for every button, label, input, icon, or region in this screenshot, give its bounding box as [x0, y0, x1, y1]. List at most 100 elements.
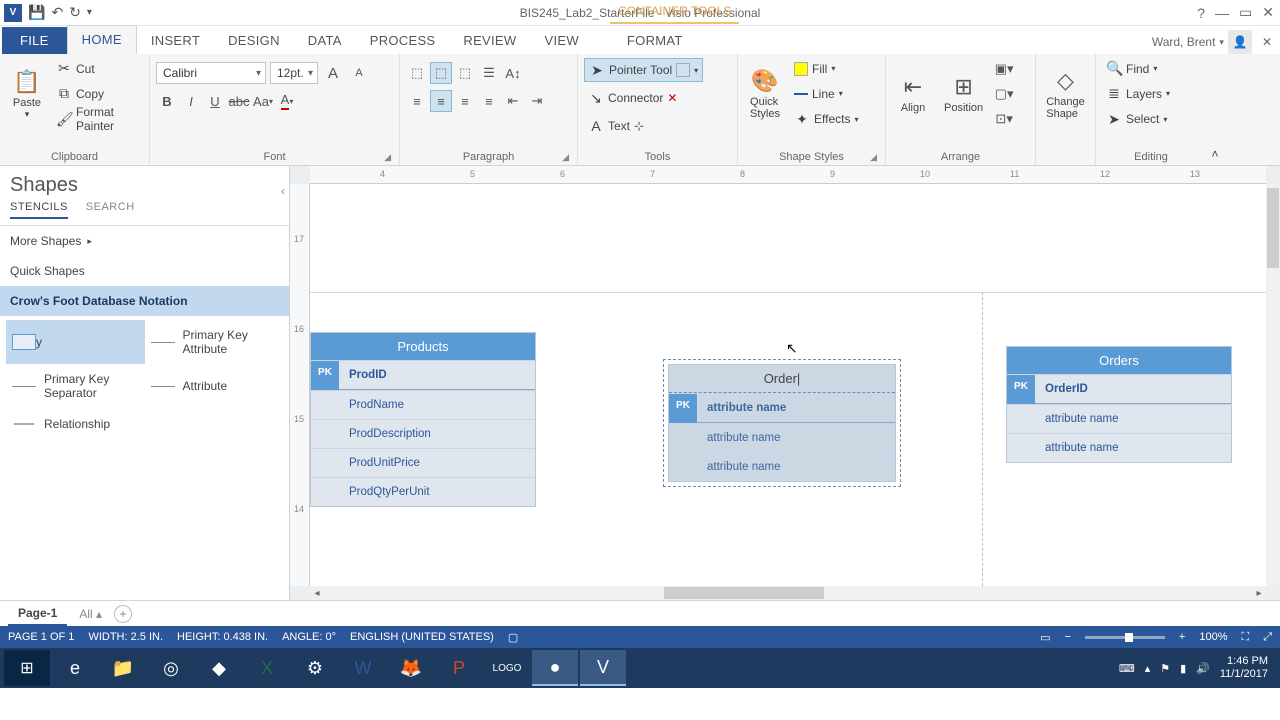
stencil-crows-foot[interactable]: Crow's Foot Database Notation — [0, 286, 289, 316]
qat-customize-icon[interactable]: ▾ — [87, 7, 92, 18]
decrease-indent-icon[interactable]: ⇤ — [502, 90, 524, 112]
help-icon[interactable]: ? — [1197, 5, 1205, 21]
entity-editing[interactable]: Order| PKattribute name .attribute name … — [668, 364, 896, 482]
find-button[interactable]: 🔍Find▾ — [1102, 57, 1174, 81]
taskbar-app1-icon[interactable]: ◆ — [196, 650, 242, 686]
zoom-level[interactable]: 100% — [1199, 631, 1227, 643]
line-button[interactable]: Line▾ — [790, 82, 862, 106]
font-name-combo[interactable]: Calibri — [156, 62, 266, 84]
position-button[interactable]: ⊞Position — [938, 56, 989, 132]
stencils-tab[interactable]: STENCILS — [10, 201, 68, 219]
paragraph-dialog-launcher-icon[interactable]: ◢ — [562, 152, 569, 163]
select-button[interactable]: ➤Select▾ — [1102, 107, 1174, 131]
send-back-icon[interactable]: ▢▾ — [993, 83, 1015, 105]
tab-design[interactable]: DESIGN — [214, 27, 294, 54]
close-icon[interactable]: ✕ — [1262, 4, 1274, 21]
minimize-icon[interactable]: — — [1215, 5, 1229, 21]
align-middle-icon[interactable]: ⬚ — [430, 62, 452, 84]
zoom-slider[interactable] — [1085, 636, 1165, 639]
taskbar-logo-icon[interactable]: LOGO — [484, 650, 530, 686]
tab-format[interactable]: FORMAT — [613, 27, 697, 54]
quick-shapes-button[interactable]: Quick Shapes — [0, 256, 289, 286]
tray-clock[interactable]: 1:46 PM 11/1/2017 — [1220, 655, 1268, 681]
taskbar-explorer-icon[interactable]: 📁 — [100, 650, 146, 686]
delete-connector-icon[interactable]: ✕ — [667, 91, 677, 105]
bullets-icon[interactable]: ☰ — [478, 62, 500, 84]
font-dialog-launcher-icon[interactable]: ◢ — [384, 152, 391, 163]
tab-insert[interactable]: INSERT — [137, 27, 214, 54]
zoom-out-icon[interactable]: − — [1064, 631, 1070, 643]
entity-editing-title[interactable]: Order| — [669, 365, 895, 393]
align-bottom-icon[interactable]: ⬚ — [454, 62, 476, 84]
taskbar-powerpoint-icon[interactable]: P — [436, 650, 482, 686]
zoom-in-icon[interactable]: + — [1179, 631, 1185, 643]
change-shape-button[interactable]: ◇Change Shape — [1042, 56, 1089, 132]
case-button[interactable]: Aa▾ — [252, 90, 274, 112]
taskbar-recorder-icon[interactable]: ● — [532, 650, 578, 686]
cut-button[interactable]: ✂Cut — [52, 57, 143, 81]
shape-pk-attribute[interactable]: Primary Key Attribute — [145, 320, 284, 364]
grow-font-icon[interactable]: A — [322, 62, 344, 84]
close-doc-icon[interactable]: ✕ — [1262, 35, 1272, 49]
restore-icon[interactable]: ▭ — [1239, 4, 1252, 21]
underline-button[interactable]: U — [204, 90, 226, 112]
format-painter-button[interactable]: 🖌Format Painter — [52, 107, 143, 131]
tab-data[interactable]: DATA — [294, 27, 356, 54]
fit-window-icon[interactable]: ⛶ — [1241, 631, 1249, 644]
text-direction-icon[interactable]: A↕ — [502, 62, 524, 84]
shape-pk-separator[interactable]: Primary Key Separator — [6, 364, 145, 408]
align-center-icon[interactable]: ≡ — [430, 90, 452, 112]
presentation-mode-icon[interactable]: ▭ — [1040, 631, 1050, 644]
shrink-font-icon[interactable]: A — [348, 62, 370, 84]
tab-view[interactable]: VIEW — [530, 27, 592, 54]
taskbar-settings-icon[interactable]: ⚙ — [292, 650, 338, 686]
entity-products[interactable]: Products PKProdID .ProdName .ProdDescrip… — [310, 332, 536, 507]
scrollbar-horizontal[interactable]: ◂▸ — [310, 586, 1266, 600]
user-avatar-icon[interactable]: 👤 — [1228, 30, 1252, 54]
scrollbar-vertical[interactable] — [1266, 184, 1280, 586]
tab-home[interactable]: HOME — [67, 25, 137, 54]
font-color-button[interactable]: A▾ — [276, 90, 298, 112]
entity-orders[interactable]: Orders PKOrderID .attribute name .attrib… — [1006, 346, 1232, 463]
align-left-icon[interactable]: ≡ — [406, 90, 428, 112]
add-page-button[interactable]: + — [114, 605, 132, 623]
qat-redo-icon[interactable]: ↻ — [69, 4, 81, 21]
taskbar-word-icon[interactable]: W — [340, 650, 386, 686]
more-shapes-button[interactable]: More Shapes▸ — [0, 226, 289, 256]
quick-styles-button[interactable]: 🎨 Quick Styles — [744, 56, 786, 132]
tray-keyboard-icon[interactable]: ⌨ — [1119, 662, 1135, 675]
align-top-icon[interactable]: ⬚ — [406, 62, 428, 84]
collapse-ribbon-icon[interactable]: ˄ — [1211, 147, 1218, 161]
tray-up-icon[interactable]: ▴ — [1145, 662, 1151, 675]
start-button[interactable]: ⊞ — [4, 650, 50, 686]
italic-button[interactable]: I — [180, 90, 202, 112]
font-size-combo[interactable]: 12pt. — [270, 62, 318, 84]
text-tool-button[interactable]: AText⊹ — [584, 114, 648, 138]
group-icon[interactable]: ⊡▾ — [993, 108, 1015, 130]
increase-indent-icon[interactable]: ⇥ — [526, 90, 548, 112]
paste-button[interactable]: 📋 Paste ▾ — [6, 56, 48, 132]
bold-button[interactable]: B — [156, 90, 178, 112]
bring-front-icon[interactable]: ▣▾ — [993, 58, 1015, 80]
taskbar-firefox-icon[interactable]: 🦊 — [388, 650, 434, 686]
tab-process[interactable]: PROCESS — [356, 27, 450, 54]
full-screen-icon[interactable]: ⤢ — [1263, 631, 1272, 644]
connector-tool-button[interactable]: ↘Connector✕ — [584, 86, 681, 110]
tab-review[interactable]: REVIEW — [449, 27, 530, 54]
align-button[interactable]: ⇤Align — [892, 56, 934, 132]
taskbar-ie-icon[interactable]: e — [52, 650, 98, 686]
shape-attribute[interactable]: Attribute — [145, 364, 284, 408]
align-right-icon[interactable]: ≡ — [454, 90, 476, 112]
status-language[interactable]: ENGLISH (UNITED STATES) — [350, 631, 494, 643]
tray-network-icon[interactable]: ▮ — [1180, 662, 1186, 675]
effects-button[interactable]: ✦Effects▾ — [790, 107, 862, 131]
tray-volume-icon[interactable]: 🔊 — [1196, 662, 1210, 675]
copy-button[interactable]: ⧉Copy — [52, 82, 143, 106]
pointer-tool-button[interactable]: ➤Pointer Tool▾ — [584, 58, 703, 82]
drawing-canvas[interactable]: Products PKProdID .ProdName .ProdDescrip… — [310, 184, 1266, 586]
qat-save-icon[interactable]: 💾 — [28, 4, 45, 21]
taskbar-visio-icon[interactable]: V — [580, 650, 626, 686]
shape-styles-dialog-launcher-icon[interactable]: ◢ — [870, 152, 877, 163]
user-name[interactable]: Ward, Brent — [1152, 35, 1216, 49]
shape-relationship[interactable]: Relationship — [6, 408, 145, 440]
